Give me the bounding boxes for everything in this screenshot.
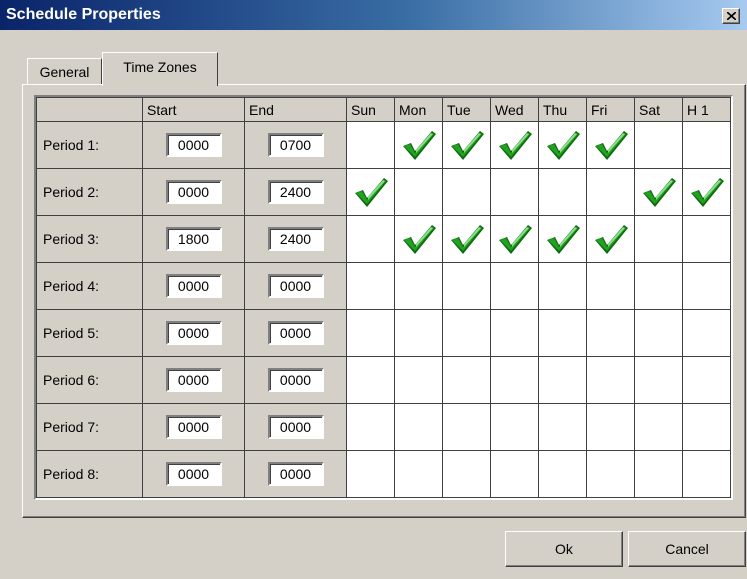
- tab-panel-time-zones: [22, 84, 746, 518]
- ok-button[interactable]: Ok: [505, 531, 623, 567]
- tab-time-zones[interactable]: Time Zones: [102, 52, 218, 86]
- close-icon: [727, 12, 736, 20]
- close-button[interactable]: [722, 8, 740, 24]
- cancel-button[interactable]: Cancel: [628, 531, 746, 567]
- window-title: Schedule Properties: [6, 6, 161, 23]
- tab-general[interactable]: General: [27, 58, 102, 84]
- title-bar: Schedule Properties: [0, 0, 747, 30]
